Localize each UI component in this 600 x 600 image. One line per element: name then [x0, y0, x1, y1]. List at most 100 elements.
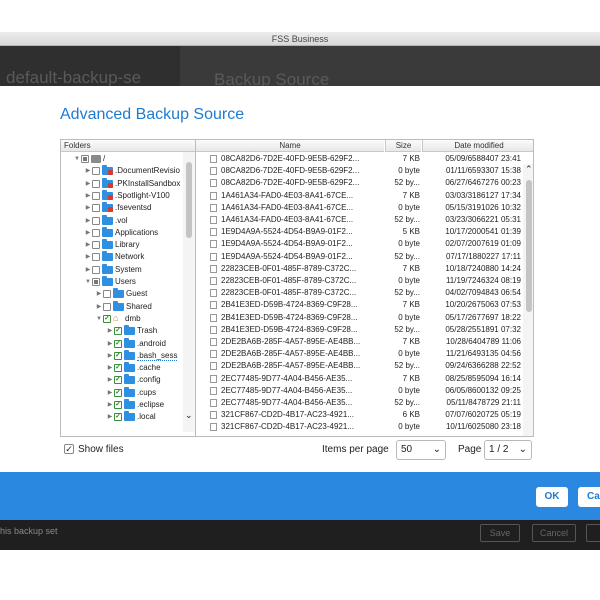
folder-checkbox[interactable]: ✓ [114, 413, 122, 422]
name-column-header[interactable]: Name [196, 140, 384, 152]
file-row[interactable]: ✓2EC77485-9D77-4A04-B456-AE35...0 byte06… [196, 385, 533, 397]
file-row[interactable]: ✓2EC77485-9D77-4A04-B456-AE35...52 by...… [196, 397, 533, 409]
file-row[interactable]: ✓08CA82D6-7D2E-40FD-9E5B-629F2...52 by..… [196, 177, 533, 189]
ok-button[interactable]: OK [536, 487, 568, 507]
folder-checkbox[interactable]: ✓ [114, 376, 122, 385]
file-row[interactable]: ✓1E9D4A9A-5524-4D54-B9A9-01F2...5 KB10/1… [196, 226, 533, 238]
expand-toggle-icon[interactable]: ▶ [84, 178, 92, 190]
folder-checkbox[interactable]: ✓ [114, 351, 122, 360]
file-row[interactable]: ✓08CA82D6-7D2E-40FD-9E5B-629F2...7 KB05/… [196, 153, 533, 165]
folder-checkbox[interactable]: ✓ [114, 339, 122, 348]
chevron-down-icon[interactable]: ⌄ [185, 410, 193, 421]
file-row[interactable]: ✓2DE2BA6B-285F-4A57-895E-AE4BB...52 by..… [196, 360, 533, 372]
folder-checkbox[interactable] [92, 278, 100, 286]
folder-checkbox[interactable] [92, 204, 100, 213]
folder-checkbox[interactable] [92, 179, 100, 188]
expand-toggle-icon[interactable]: ▶ [84, 202, 92, 214]
folder-checkbox[interactable]: ✓ [114, 364, 122, 373]
file-list-scroll-thumb[interactable] [526, 180, 532, 312]
folder-checkbox[interactable]: ✓ [114, 388, 122, 397]
folder-tree-item[interactable]: ▶ .PKInstallSandbox [84, 177, 180, 190]
folder-tree-item[interactable]: ▶ System [84, 263, 142, 276]
expand-toggle-icon[interactable]: ▶ [106, 338, 114, 350]
folder-tree-item[interactable]: ▶ Guest [95, 288, 147, 300]
folder-tree-item[interactable]: ▶ .Spotlight-V100 [84, 189, 170, 202]
cancel-button[interactable]: Ca [578, 487, 600, 507]
folder-tree-item[interactable]: ▶ ✓ .local [106, 411, 156, 423]
file-row[interactable]: ✓22823CEB-0F01-485F-8789-C372C...0 byte1… [196, 275, 533, 287]
chevron-up-icon[interactable]: ⌃ [525, 164, 533, 175]
expand-toggle-icon[interactable]: ▶ [84, 251, 92, 263]
expand-toggle-icon[interactable]: ▶ [106, 362, 114, 374]
folder-tree-item[interactable]: ▼ / [73, 153, 105, 165]
size-column-header[interactable]: Size [385, 140, 421, 152]
file-row[interactable]: ✓2B41E3ED-D59B-4724-8369-C9F28...0 byte0… [196, 312, 533, 324]
file-row[interactable]: ✓2EC77485-9D77-4A04-B456-AE35...7 KB08/2… [196, 373, 533, 385]
folder-checkbox[interactable] [103, 302, 111, 311]
folder-checkbox[interactable]: ✓ [114, 327, 122, 336]
folder-tree-scrollbar[interactable]: ⌄ [183, 152, 195, 432]
expand-toggle-icon[interactable]: ▶ [84, 239, 92, 251]
expand-toggle-icon[interactable]: ▶ [106, 387, 114, 399]
folder-tree-item[interactable]: ▶ ✓ .config [106, 374, 161, 386]
file-row[interactable]: ✓22823CEB-0F01-485F-8789-C372C...52 by..… [196, 287, 533, 299]
save-button[interactable]: Save [480, 524, 520, 542]
file-row[interactable]: ✓321CF867-CD2D-4B17-AC23-4921...6 KB07/0… [196, 409, 533, 421]
folder-tree-item[interactable]: ▶ ✓ .cache [106, 362, 161, 374]
date-column-header[interactable]: Date modified [422, 140, 533, 152]
folder-checkbox[interactable] [92, 228, 100, 237]
folder-tree-scroll-thumb[interactable] [186, 162, 192, 238]
folder-checkbox[interactable] [103, 290, 111, 299]
folder-checkbox[interactable] [92, 241, 100, 250]
footer-cancel-button[interactable]: Cancel [532, 524, 576, 542]
file-row[interactable]: ✓22823CEB-0F01-485F-8789-C372C...7 KB10/… [196, 263, 533, 275]
folder-tree-item[interactable]: ▶ Shared [95, 300, 152, 313]
expand-toggle-icon[interactable]: ▶ [106, 374, 114, 386]
expand-toggle-icon[interactable]: ▶ [84, 227, 92, 239]
file-row[interactable]: ✓2B41E3ED-D59B-4724-8369-C9F28...7 KB10/… [196, 299, 533, 311]
folder-tree-item[interactable]: ▼ Users [84, 276, 136, 288]
expand-toggle-icon[interactable]: ▶ [84, 165, 92, 177]
folder-tree-item[interactable]: ▶ Library [84, 239, 139, 251]
expand-toggle-icon[interactable]: ▶ [106, 411, 114, 423]
folder-tree-item[interactable]: ▶ .vol [84, 214, 127, 227]
file-row[interactable]: ✓1A461A34-FAD0-4E03-8A41-67CE...0 byte05… [196, 202, 533, 214]
file-row[interactable]: ✓2DE2BA6B-285F-4A57-895E-AE4BB...7 KB10/… [196, 336, 533, 348]
show-files-checkbox[interactable]: ✓ Show files [64, 444, 124, 455]
file-row[interactable]: ✓08CA82D6-7D2E-40FD-9E5B-629F2...0 byte0… [196, 165, 533, 177]
expand-toggle-icon[interactable]: ▼ [95, 313, 103, 325]
chevron-down-icon[interactable]: ⌄ [525, 434, 533, 436]
file-row[interactable]: ✓1A461A34-FAD0-4E03-8A41-67CE...52 by...… [196, 214, 533, 226]
folder-checkbox[interactable] [92, 253, 100, 262]
expand-toggle-icon[interactable]: ▼ [84, 276, 92, 288]
expand-toggle-icon[interactable]: ▶ [106, 325, 114, 337]
folder-tree-item[interactable]: ▶ ✓ Trash [106, 325, 157, 337]
folder-checkbox[interactable]: ✓ [114, 401, 122, 409]
expand-toggle-icon[interactable]: ▶ [106, 399, 114, 411]
folder-tree-item[interactable]: ▼ ✓ ⌂ dmb [95, 313, 141, 325]
file-row[interactable]: ✓2B41E3ED-D59B-4724-8369-C9F28...52 by..… [196, 324, 533, 336]
folder-checkbox[interactable] [92, 191, 100, 200]
folder-tree-item[interactable]: ▶ Network [84, 251, 144, 263]
folder-tree-item[interactable]: ▶ ✓ .bash_sess [106, 349, 178, 362]
items-per-page-select[interactable]: 50 ⌄ [396, 440, 446, 460]
folder-checkbox[interactable] [92, 265, 100, 274]
folder-checkbox[interactable] [92, 167, 100, 176]
folder-tree-item[interactable]: ▶ .fseventsd [84, 202, 151, 214]
expand-toggle-icon[interactable]: ▶ [106, 350, 114, 362]
page-select[interactable]: 1 / 2 ⌄ [484, 440, 532, 460]
file-row[interactable]: ✓2DE2BA6B-285F-4A57-895E-AE4BB...0 byte1… [196, 348, 533, 360]
folder-tree-item[interactable]: ▶ ✓ .android [106, 337, 166, 350]
folder-checkbox[interactable]: ✓ [103, 314, 111, 323]
expand-toggle-icon[interactable]: ▶ [84, 215, 92, 227]
folder-tree-item[interactable]: ▶ ✓ .eclipse [106, 399, 164, 411]
file-row[interactable]: ✓321CF867-CD2D-4B17-AC23-4921...0 byte10… [196, 421, 533, 433]
folder-tree-item[interactable]: ▶ Applications [84, 226, 158, 239]
file-list-scrollbar[interactable]: ⌃ ⌄ [523, 164, 533, 436]
help-button[interactable] [586, 524, 600, 542]
folder-checkbox[interactable] [92, 216, 100, 225]
folder-tree-item[interactable]: ▶ ✓ .cups [106, 386, 156, 399]
expand-toggle-icon[interactable]: ▶ [84, 190, 92, 202]
expand-toggle-icon[interactable]: ▶ [84, 264, 92, 276]
folder-checkbox[interactable] [81, 155, 89, 163]
